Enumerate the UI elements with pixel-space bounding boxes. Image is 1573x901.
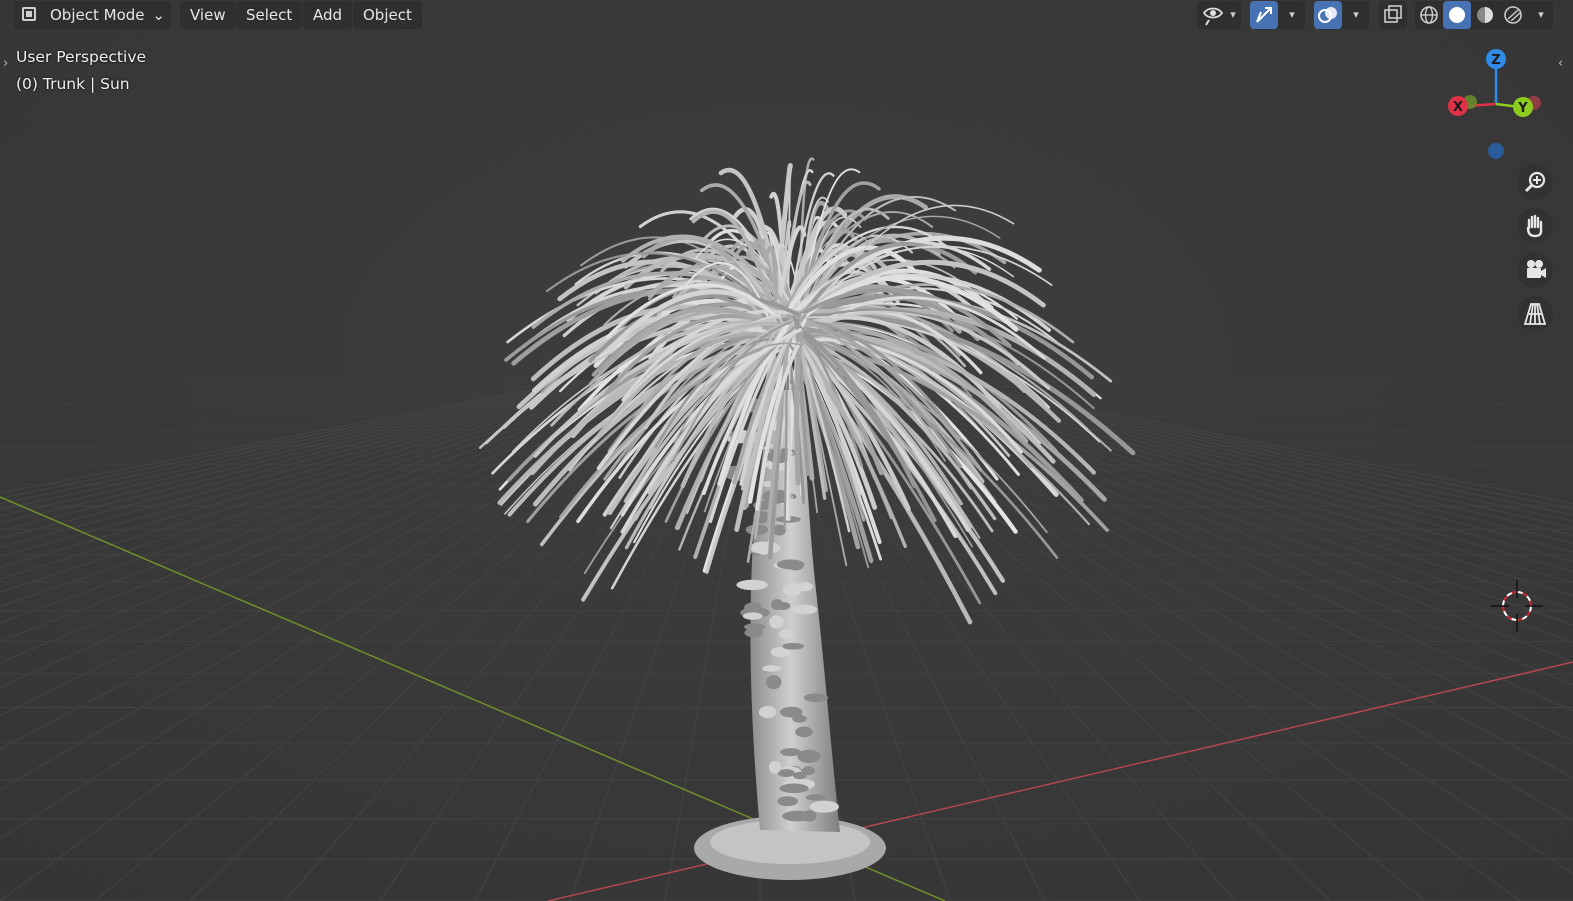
chevron-down-icon: ▾ xyxy=(1538,8,1544,21)
shading-mode-group[interactable]: ▾ xyxy=(1415,1,1553,29)
zoom-icon xyxy=(1524,171,1546,193)
rendered-shading-icon[interactable] xyxy=(1499,1,1527,29)
hand-icon xyxy=(1526,214,1543,238)
zoom-button[interactable] xyxy=(1517,164,1553,200)
menu-add[interactable]: Add xyxy=(303,1,353,29)
chevron-down-icon: ▾ xyxy=(1289,8,1295,21)
camera-icon xyxy=(1527,260,1546,278)
toolbar-expand-icon[interactable]: › xyxy=(3,56,8,71)
gizmo-z-label: Z xyxy=(1491,53,1500,68)
sidebar-expand-icon[interactable]: ‹ xyxy=(1558,56,1563,71)
menu-view[interactable]: View xyxy=(180,1,236,29)
mode-label: Object Mode xyxy=(50,6,145,24)
gizmo-x-label: X xyxy=(1453,100,1463,115)
chevron-down-icon: ⌄ xyxy=(152,6,165,24)
menu-object[interactable]: Object xyxy=(353,1,422,29)
object-info-label: (0) Trunk | Sun xyxy=(16,75,130,93)
pan-button[interactable] xyxy=(1517,208,1553,244)
camera-view-button[interactable] xyxy=(1517,252,1553,288)
gizmo-neg-z[interactable] xyxy=(1488,143,1504,159)
overlays-dropdown[interactable]: ▾ xyxy=(1314,1,1369,29)
solid-shading-icon[interactable] xyxy=(1443,1,1471,29)
gizmo-icon[interactable] xyxy=(1250,1,1278,29)
visibility-dropdown[interactable]: ▾ xyxy=(1197,1,1241,29)
object-mode-icon xyxy=(22,7,36,21)
menu-select[interactable]: Select xyxy=(236,1,303,29)
mode-select[interactable]: Object Mode ⌄ xyxy=(14,1,171,29)
perspective-label: User Perspective xyxy=(16,48,147,66)
chevron-down-icon: ▾ xyxy=(1353,8,1359,21)
perspective-toggle-button[interactable] xyxy=(1517,296,1553,332)
3d-viewport[interactable]: Z X Y xyxy=(0,0,1573,901)
gizmo-y-label: Y xyxy=(1517,101,1528,116)
overlays-icon[interactable] xyxy=(1314,1,1342,29)
wireframe-shading-icon[interactable] xyxy=(1415,1,1443,29)
perspective-grid-icon xyxy=(1523,303,1547,325)
xray-toggle[interactable] xyxy=(1379,1,1407,29)
chevron-down-icon: ▾ xyxy=(1230,8,1236,21)
material-preview-icon[interactable] xyxy=(1471,1,1499,29)
xray-icon[interactable] xyxy=(1379,1,1407,29)
gizmo-dropdown[interactable]: ▾ xyxy=(1250,1,1305,29)
